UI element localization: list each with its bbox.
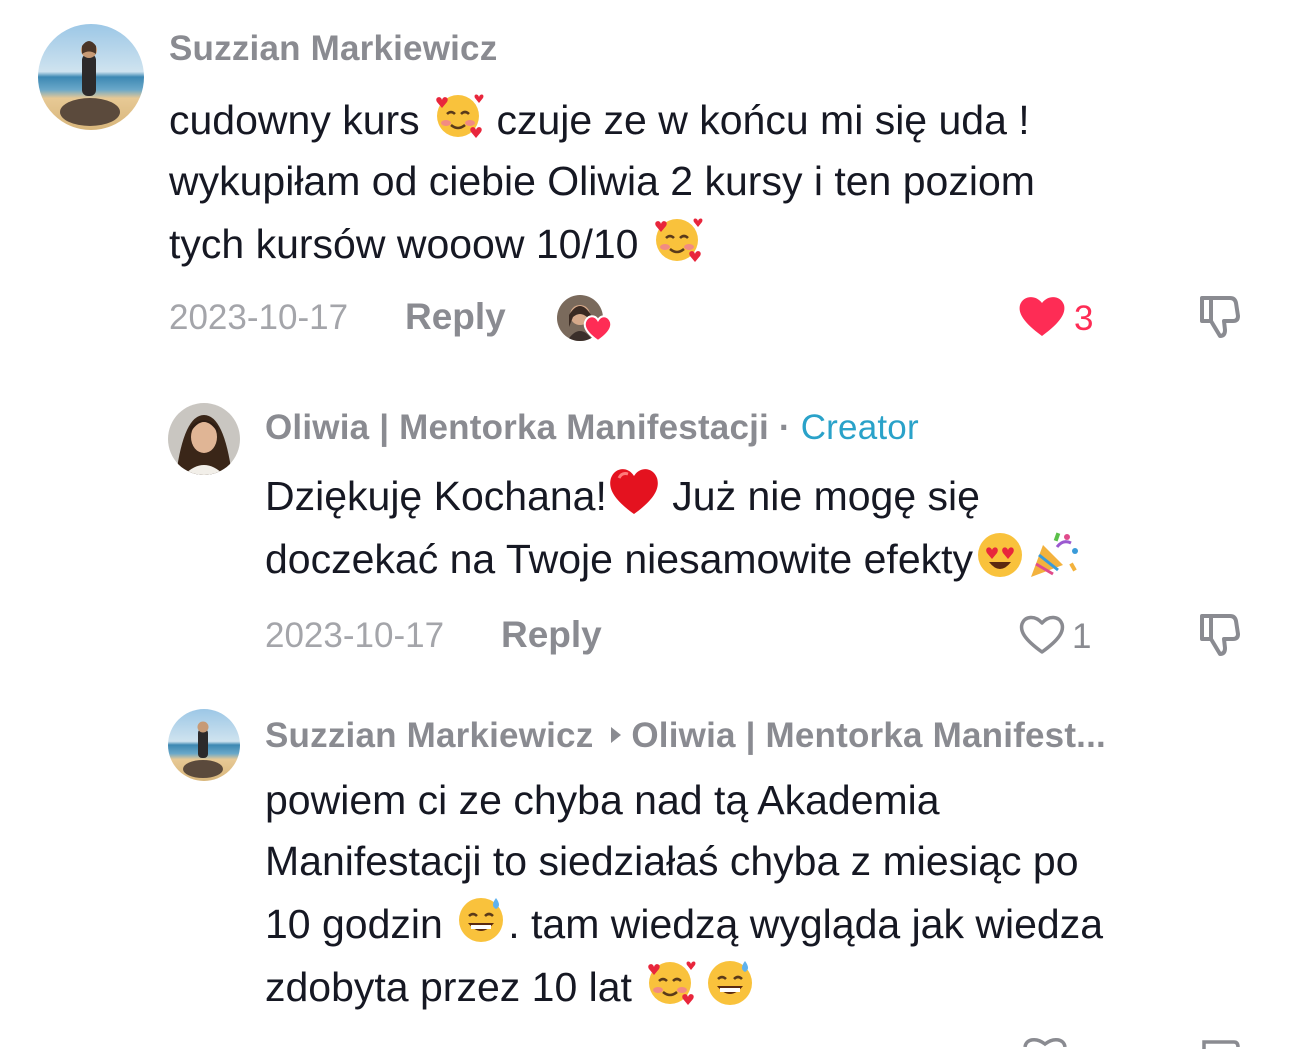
comment-username[interactable]: Suzzian Markiewicz <box>169 29 497 69</box>
text-part: Już nie mogę się <box>660 473 980 519</box>
comment-text: Dziękuję Kochana! Już nie mogę się docze… <box>265 464 1265 590</box>
reply-to-username[interactable]: Oliwia | Mentorka Manifest... <box>631 716 1106 755</box>
username-link[interactable]: Suzzian Markiewicz <box>265 716 593 755</box>
like-count: 3 <box>1074 299 1094 338</box>
smiling-hearts-emoji <box>643 955 697 1009</box>
comment-text: powiem ci ze chyba nad tą Akademia Manif… <box>265 770 1275 1018</box>
reply-arrow-icon <box>609 714 623 754</box>
text-part: doczekać na Twoje niesamowite efekty <box>265 536 974 582</box>
comment-date: 2023-10-17 <box>169 298 349 337</box>
heart-eyes-emoji <box>973 527 1027 581</box>
avatar-suzzian[interactable] <box>168 709 240 781</box>
red-heart-emoji <box>607 464 661 518</box>
smiling-hearts-emoji <box>431 88 485 142</box>
comment-text: cudowny kurs czuje ze w końcu mi się uda… <box>169 88 1259 275</box>
heart-filled-icon <box>583 314 613 347</box>
creator-badge: Creator <box>800 408 919 447</box>
sweat-smile-emoji <box>703 955 757 1009</box>
text-part: zdobyta przez 10 lat <box>265 964 644 1010</box>
dislike-icon[interactable] <box>1195 294 1241 345</box>
like-count: 1 <box>1072 617 1092 656</box>
sweat-smile-emoji <box>454 892 508 946</box>
separator: · <box>768 408 801 447</box>
comment-username: Suzzian Markiewicz Oliwia | Mentorka Man… <box>265 714 1106 756</box>
heart-outline-icon[interactable] <box>1022 1034 1068 1052</box>
heart-outline-icon[interactable] <box>1017 612 1067 661</box>
text-part: czuje ze w końcu mi się uda ! <box>485 97 1030 143</box>
avatar-oliwia[interactable] <box>168 403 240 475</box>
comment-username: Oliwia | Mentorka Manifestacji · Creator <box>265 408 919 448</box>
reply-button[interactable]: Reply <box>501 614 602 656</box>
avatar-suzzian[interactable] <box>38 24 144 130</box>
username-link[interactable]: Oliwia | Mentorka Manifestacji <box>265 408 769 447</box>
comment-date: 2023-10-17 <box>265 616 445 655</box>
text-line: powiem ci ze chyba nad tą Akademia <box>265 777 940 823</box>
text-part: Dziękuję Kochana! <box>265 473 607 519</box>
smiling-hearts-emoji <box>650 212 704 266</box>
text-part: 10 godzin <box>265 901 455 947</box>
dislike-icon[interactable] <box>1195 612 1241 663</box>
text-line: wykupiłam od ciebie Oliwia 2 kursy i ten… <box>169 158 1035 204</box>
text-part: cudowny kurs <box>169 97 432 143</box>
text-part: . tam wiedzą wygląda jak wiedza <box>508 901 1103 947</box>
party-popper-emoji <box>1027 527 1081 581</box>
dislike-icon[interactable] <box>1200 1036 1240 1054</box>
heart-filled-icon[interactable] <box>1017 294 1067 343</box>
reply-button[interactable]: Reply <box>405 296 506 338</box>
text-part: tych kursów wooow 10/10 <box>169 221 650 267</box>
text-line: Manifestacji to siedziałaś chyba z miesi… <box>265 838 1079 884</box>
